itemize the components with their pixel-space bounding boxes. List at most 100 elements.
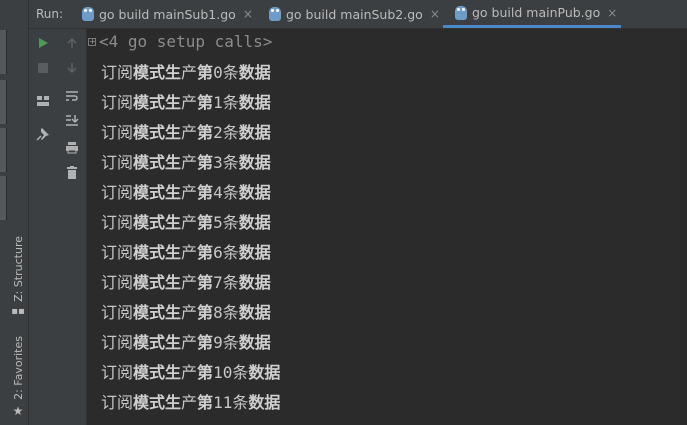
- scroll-to-end-icon[interactable]: [62, 110, 82, 130]
- line-text-segment: 订阅: [101, 243, 134, 262]
- line-text-segment: 第: [197, 393, 214, 412]
- line-text-segment: 产: [181, 153, 198, 172]
- gopher-icon: [269, 7, 281, 21]
- console-line: 订阅模式生产第5条数据: [101, 209, 271, 233]
- fold-expand-icon[interactable]: +: [88, 38, 96, 46]
- run-actions-toolbar: [29, 29, 57, 425]
- structure-tab-label: Z: Structure: [11, 236, 25, 302]
- tab-mainsub1[interactable]: go build mainSub1.go ×: [82, 0, 272, 28]
- up-arrow-icon[interactable]: [62, 33, 82, 53]
- line-text-segment: 订阅: [101, 63, 134, 82]
- tab-label: go build mainSub2.go: [286, 6, 423, 22]
- stop-icon[interactable]: [33, 58, 53, 78]
- tab-mainpub[interactable]: go build mainPub.go ×: [443, 0, 621, 28]
- line-text-segment: 条: [232, 393, 249, 412]
- clear-all-icon[interactable]: [62, 162, 82, 182]
- left-strip-tab[interactable]: [0, 80, 7, 124]
- tab-mainsub2[interactable]: go build mainSub2.go ×: [269, 0, 449, 28]
- line-text-segment: 订阅: [101, 273, 134, 292]
- restore-layout-icon[interactable]: [33, 91, 53, 111]
- left-strip-tab[interactable]: [0, 30, 7, 74]
- line-text-segment: 第: [197, 123, 214, 142]
- line-text-segment: 条: [222, 303, 239, 322]
- line-text-segment: 第: [197, 213, 214, 232]
- favorites-tab-label: 2: Favorites: [11, 336, 25, 400]
- line-text-segment: 模式生: [133, 153, 182, 172]
- down-arrow-icon[interactable]: [62, 58, 82, 78]
- left-strip-tab[interactable]: [0, 128, 7, 172]
- line-text-segment: 订阅: [101, 153, 134, 172]
- console-line: 订阅模式生产第0条数据: [101, 59, 271, 83]
- line-text-segment: 9: [213, 333, 223, 352]
- favorites-tab[interactable]: 2: Favorites ★: [7, 336, 29, 418]
- soft-wrap-icon[interactable]: [62, 86, 82, 106]
- line-text-segment: 第: [197, 63, 214, 82]
- line-text-segment: 产: [181, 183, 198, 202]
- line-text-segment: 数据: [238, 123, 271, 142]
- line-text-segment: 产: [181, 393, 198, 412]
- line-text-segment: 订阅: [101, 303, 134, 322]
- line-text-segment: 3: [213, 153, 223, 172]
- star-icon: ★: [12, 403, 24, 418]
- line-text-segment: 模式生: [133, 63, 182, 82]
- console-output[interactable]: + <4 go setup calls> 订阅模式生产第0条数据 订阅模式生产第1…: [87, 29, 687, 425]
- line-text-segment: 模式生: [133, 243, 182, 262]
- structure-icon: ▪▪: [11, 305, 25, 317]
- line-text-segment: 产: [181, 273, 198, 292]
- console-line: 订阅模式生产第6条数据: [101, 239, 271, 263]
- line-text-segment: 0: [213, 63, 223, 82]
- line-text-segment: 模式生: [133, 123, 182, 142]
- line-text-segment: 6: [213, 243, 223, 262]
- left-strip-tab[interactable]: [0, 176, 7, 220]
- tab-label: go build mainSub1.go: [99, 6, 236, 22]
- run-label: Run:: [36, 7, 64, 21]
- console-line: 订阅模式生产第7条数据: [101, 269, 271, 293]
- line-text-segment: 数据: [248, 363, 281, 382]
- line-text-segment: 第: [197, 183, 214, 202]
- gopher-icon: [455, 5, 467, 20]
- structure-tab[interactable]: Z: Structure ▪▪: [7, 236, 29, 317]
- line-text-segment: 产: [181, 303, 198, 322]
- line-text-segment: 10: [213, 363, 233, 382]
- close-icon[interactable]: ×: [243, 7, 253, 21]
- setup-calls-fold[interactable]: <4 go setup calls>: [99, 32, 272, 51]
- line-text-segment: 订阅: [101, 123, 134, 142]
- print-icon[interactable]: [62, 137, 82, 157]
- line-text-segment: 8: [213, 303, 223, 322]
- line-text-segment: 7: [213, 273, 223, 292]
- line-text-segment: 订阅: [101, 393, 134, 412]
- line-text-segment: 模式生: [133, 363, 182, 382]
- console-line: 订阅模式生产第3条数据: [101, 149, 271, 173]
- line-text-segment: 4: [213, 183, 223, 202]
- line-text-segment: 模式生: [133, 393, 182, 412]
- line-text-segment: 订阅: [101, 213, 134, 232]
- tool-window-stripe: Z: Structure ▪▪ 2: Favorites ★: [7, 0, 29, 425]
- line-text-segment: 数据: [238, 183, 271, 202]
- line-text-segment: 订阅: [101, 363, 134, 382]
- line-text-segment: 产: [181, 333, 198, 352]
- line-text-segment: 第: [197, 273, 214, 292]
- line-text-segment: 11: [213, 393, 233, 412]
- line-text-segment: 数据: [238, 243, 271, 262]
- line-text-segment: 条: [222, 273, 239, 292]
- line-text-segment: 产: [181, 123, 198, 142]
- console-line: 订阅模式生产第4条数据: [101, 179, 271, 203]
- rerun-icon[interactable]: [33, 33, 53, 53]
- line-text-segment: 条: [222, 123, 239, 142]
- close-icon[interactable]: ×: [430, 7, 440, 21]
- line-text-segment: 模式生: [133, 183, 182, 202]
- line-text-segment: 条: [222, 213, 239, 232]
- line-text-segment: 订阅: [101, 183, 134, 202]
- line-text-segment: 模式生: [133, 213, 182, 232]
- line-text-segment: 模式生: [133, 93, 182, 112]
- close-icon[interactable]: ×: [607, 6, 617, 20]
- line-text-segment: 第: [197, 93, 214, 112]
- line-text-segment: 条: [222, 333, 239, 352]
- line-text-segment: 数据: [238, 153, 271, 172]
- tab-label: go build mainPub.go: [472, 5, 601, 20]
- line-text-segment: 数据: [238, 93, 271, 112]
- line-text-segment: 模式生: [133, 333, 182, 352]
- line-text-segment: 订阅: [101, 333, 134, 352]
- line-text-segment: 数据: [238, 213, 271, 232]
- pin-icon[interactable]: [33, 124, 53, 144]
